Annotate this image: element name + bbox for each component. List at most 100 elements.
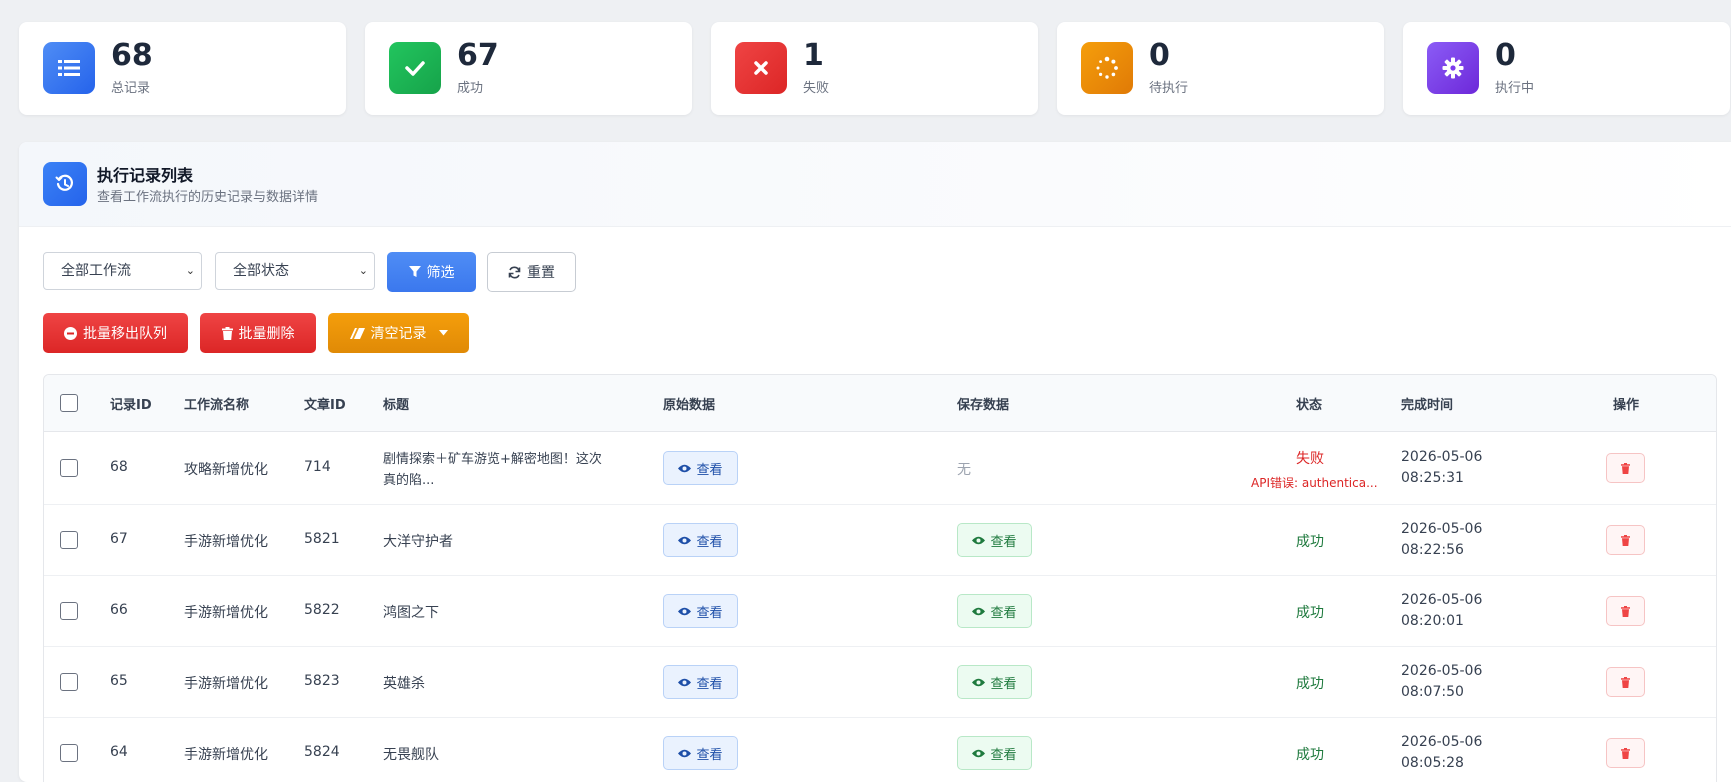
stat-label: 执行中: [1495, 81, 1535, 96]
record-title-line2: 真的陷...: [383, 473, 435, 488]
bulk-dequeue-button[interactable]: 批量移出队列: [43, 313, 188, 353]
eye-icon: [678, 464, 692, 472]
clear-records-button[interactable]: 清空记录: [328, 313, 469, 353]
view-raw-data-button[interactable]: 查看: [663, 451, 738, 485]
header-status[interactable]: 状态: [1296, 394, 1322, 413]
header-workflow[interactable]: 工作流名称: [184, 394, 249, 413]
row-checkbox[interactable]: [60, 459, 78, 477]
view-raw-data-button[interactable]: 查看: [663, 523, 738, 557]
finish-time: 2026-05-06 08:05:28: [1401, 732, 1482, 774]
record-id: 64: [110, 744, 128, 760]
bulk-delete-button[interactable]: 批量删除: [200, 313, 316, 353]
status-badge: 成功: [1296, 534, 1324, 550]
header-article-id[interactable]: 文章ID: [304, 394, 346, 413]
view-label: 查看: [696, 676, 723, 692]
minus-circle-icon: [64, 326, 77, 340]
view-saved-data-button[interactable]: 查看: [957, 523, 1032, 557]
trash-icon: [1621, 676, 1630, 688]
caret-down-icon: [438, 330, 448, 336]
delete-row-button[interactable]: [1606, 525, 1645, 555]
stat-card-success: 67 成功: [365, 22, 692, 115]
view-saved-data-button[interactable]: 查看: [957, 594, 1032, 628]
filter-button[interactable]: 筛选: [387, 252, 476, 292]
view-saved-data-button[interactable]: 查看: [957, 665, 1032, 699]
trash-icon: [1621, 462, 1630, 474]
header-finish-time[interactable]: 完成时间: [1401, 394, 1453, 413]
header-title[interactable]: 标题: [383, 394, 409, 413]
list-icon: [43, 42, 95, 94]
workflow-select[interactable]: 全部工作流 ⌄: [43, 252, 202, 290]
trash-icon: [1621, 534, 1630, 546]
finish-clock: 08:07:50: [1401, 684, 1464, 700]
row-checkbox[interactable]: [60, 744, 78, 762]
delete-row-button[interactable]: [1606, 667, 1645, 697]
article-id: 714: [304, 459, 331, 475]
record-title-line1: 剧情探索＋矿车游览+解密地图！这次: [383, 452, 602, 467]
delete-row-button[interactable]: [1606, 596, 1645, 626]
record-title: 无畏舰队: [383, 747, 439, 763]
record-id: 68: [110, 459, 128, 475]
stat-card-total: 68 总记录: [19, 22, 346, 115]
status-select[interactable]: 全部状态 ⌄: [215, 252, 375, 290]
record-title: 鸿图之下: [383, 605, 439, 621]
status-badge: 成功: [1296, 605, 1324, 621]
header-record-id[interactable]: 记录ID: [110, 394, 152, 413]
eye-icon: [972, 607, 986, 615]
records-table: 记录ID 工作流名称 文章ID 标题 原始数据 保存数据 状态 完成时间 操作 …: [43, 374, 1717, 782]
select-all-checkbox[interactable]: [60, 394, 78, 412]
stat-value: 67: [457, 38, 499, 73]
view-saved-data-button[interactable]: 查看: [957, 736, 1032, 770]
workflow-name: 攻略新增优化: [184, 462, 268, 478]
row-checkbox[interactable]: [60, 602, 78, 620]
article-id: 5823: [304, 673, 340, 689]
gear-icon: [1427, 42, 1479, 94]
view-label: 查看: [990, 605, 1017, 621]
records-panel: 执行记录列表 查看工作流执行的历史记录与数据详情 全部工作流 ⌄ 全部状态 ⌄ …: [19, 142, 1731, 782]
error-message[interactable]: API错误: authentica...: [1251, 474, 1378, 491]
delete-row-button[interactable]: [1606, 453, 1645, 483]
view-label: 查看: [696, 747, 723, 763]
workflow-name: 手游新增优化: [184, 534, 268, 550]
workflow-name: 手游新增优化: [184, 605, 268, 621]
saved-data-none: 无: [957, 462, 971, 478]
table-row: 64 手游新增优化 5824 无畏舰队 查看 查看 成功 2026-05-06 …: [44, 718, 1716, 782]
delete-row-button[interactable]: [1606, 738, 1645, 768]
header-raw-data[interactable]: 原始数据: [663, 394, 715, 413]
view-raw-data-button[interactable]: 查看: [663, 736, 738, 770]
finish-clock: 08:20:01: [1401, 613, 1464, 629]
row-checkbox[interactable]: [60, 673, 78, 691]
view-raw-data-button[interactable]: 查看: [663, 594, 738, 628]
eye-icon: [678, 607, 692, 615]
record-title: 大洋守护者: [383, 534, 453, 550]
finish-date: 2026-05-06: [1401, 521, 1483, 537]
stat-value: 1: [803, 38, 824, 73]
filter-icon: [408, 266, 421, 277]
view-label: 查看: [696, 462, 723, 478]
view-label: 查看: [696, 534, 723, 550]
table-header: 记录ID 工作流名称 文章ID 标题 原始数据 保存数据 状态 完成时间 操作: [44, 375, 1716, 432]
record-id: 67: [110, 531, 128, 547]
row-checkbox[interactable]: [60, 531, 78, 549]
x-icon: [735, 42, 787, 94]
table-row: 66 手游新增优化 5822 鸿图之下 查看 查看 成功 2026-05-06 …: [44, 576, 1716, 647]
chevron-down-icon: ⌄: [185, 264, 195, 277]
finish-date: 2026-05-06: [1401, 449, 1483, 465]
header-saved-data[interactable]: 保存数据: [957, 394, 1009, 413]
header-ops: 操作: [1613, 398, 1640, 413]
finish-clock: 08:05:28: [1401, 755, 1464, 771]
table-row: 67 手游新增优化 5821 大洋守护者 查看 查看 成功 2026-05-06…: [44, 505, 1716, 576]
clear-records-label: 清空记录: [370, 326, 427, 342]
stat-card-pending: 0 待执行: [1057, 22, 1384, 115]
record-id: 66: [110, 602, 128, 618]
finish-date: 2026-05-06: [1401, 663, 1483, 679]
article-id: 5822: [304, 602, 340, 618]
record-id: 65: [110, 673, 128, 689]
reset-button-label: 重置: [527, 265, 555, 281]
eye-icon: [972, 749, 986, 757]
view-raw-data-button[interactable]: 查看: [663, 665, 738, 699]
panel-header: 执行记录列表 查看工作流执行的历史记录与数据详情: [19, 142, 1731, 227]
trash-icon: [1621, 605, 1630, 617]
trash-icon: [1621, 747, 1630, 759]
reset-button[interactable]: 重置: [487, 252, 576, 292]
view-label: 查看: [990, 534, 1017, 550]
